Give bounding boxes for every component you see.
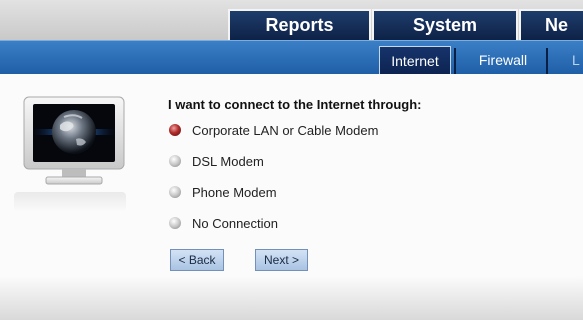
option-corporate-lan[interactable]: Corporate LAN or Cable Modem <box>169 121 378 139</box>
radio-unselected-icon[interactable] <box>169 217 181 229</box>
option-label: No Connection <box>192 215 278 231</box>
connection-question: I want to connect to the Internet throug… <box>168 97 422 112</box>
monitor-reflection <box>14 192 126 212</box>
radio-selected-icon[interactable] <box>169 124 181 136</box>
option-label: Phone Modem <box>192 184 277 200</box>
tab-reports[interactable]: Reports <box>228 9 371 40</box>
subtab-firewall[interactable]: Firewall <box>463 46 543 74</box>
tab-system[interactable]: System <box>372 9 518 40</box>
option-dsl-modem[interactable]: DSL Modem <box>169 152 264 170</box>
top-tab-strip: Reports System Ne <box>0 0 583 40</box>
radio-unselected-icon[interactable] <box>169 155 181 167</box>
bottom-fade <box>0 276 583 320</box>
option-phone-modem[interactable]: Phone Modem <box>169 183 277 201</box>
tab-network[interactable]: Ne <box>519 9 583 40</box>
option-no-connection[interactable]: No Connection <box>169 214 278 232</box>
radio-unselected-icon[interactable] <box>169 186 181 198</box>
option-label: DSL Modem <box>192 153 264 169</box>
option-label: Corporate LAN or Cable Modem <box>192 122 379 138</box>
back-button[interactable]: < Back <box>170 249 224 271</box>
subtab-more[interactable]: L <box>572 46 583 74</box>
next-button[interactable]: Next > <box>255 249 308 271</box>
subtab-internet[interactable]: Internet <box>379 46 451 74</box>
sub-navigation-bar: Internet Firewall L <box>0 40 583 74</box>
subnav-divider <box>454 48 456 74</box>
computer-monitor-icon <box>23 96 125 185</box>
subnav-divider <box>546 48 548 74</box>
